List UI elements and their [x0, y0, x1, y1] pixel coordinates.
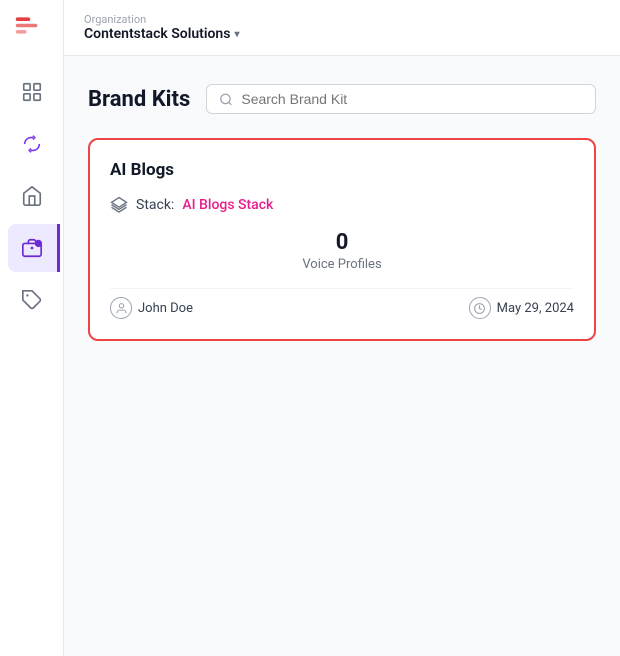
- stack-icon: [110, 196, 128, 214]
- page-title: Brand Kits: [88, 87, 190, 112]
- clock-icon: [469, 297, 491, 319]
- card-stats: 0 Voice Profiles: [110, 230, 574, 272]
- card-stack-row: Stack: AI Blogs Stack: [110, 196, 574, 214]
- card-footer: John Doe May 29, 2024: [110, 288, 574, 319]
- org-info: Organization Contentstack Solutions ▾: [84, 13, 239, 42]
- avatar-icon: [110, 297, 132, 319]
- app-logo[interactable]: [14, 12, 50, 48]
- author-name: John Doe: [138, 301, 193, 316]
- stack-name: AI Blogs Stack: [182, 197, 273, 213]
- sidebar-item-loop[interactable]: [8, 120, 56, 168]
- search-input[interactable]: [241, 91, 583, 107]
- sidebar: +: [0, 0, 64, 656]
- date-value: May 29, 2024: [497, 301, 574, 316]
- card-title: AI Blogs: [110, 160, 574, 180]
- voice-profiles-label: Voice Profiles: [302, 257, 381, 272]
- brand-kit-card[interactable]: AI Blogs Stack: AI Blogs Stack 0 Voice P…: [88, 138, 596, 341]
- search-icon: [219, 92, 233, 107]
- sidebar-item-marketplace[interactable]: [8, 172, 56, 220]
- sidebar-item-brand-kit[interactable]: +: [8, 224, 60, 272]
- content-area: Brand Kits AI Blogs: [64, 56, 620, 656]
- stack-label: Stack:: [136, 197, 174, 213]
- sidebar-item-extensions[interactable]: [8, 276, 56, 324]
- search-wrapper[interactable]: [206, 84, 596, 114]
- org-label: Organization: [84, 13, 239, 26]
- page-header: Brand Kits: [88, 84, 596, 114]
- card-date: May 29, 2024: [469, 297, 574, 319]
- brand-kit-grid: AI Blogs Stack: AI Blogs Stack 0 Voice P…: [88, 138, 596, 341]
- topbar: Organization Contentstack Solutions ▾: [64, 0, 620, 56]
- org-name[interactable]: Contentstack Solutions ▾: [84, 26, 239, 42]
- chevron-down-icon: ▾: [234, 29, 239, 40]
- sidebar-item-dashboard[interactable]: [8, 68, 56, 116]
- card-author: John Doe: [110, 297, 193, 319]
- voice-profiles-count: 0: [336, 230, 349, 255]
- main-content: Organization Contentstack Solutions ▾ Br…: [64, 0, 620, 656]
